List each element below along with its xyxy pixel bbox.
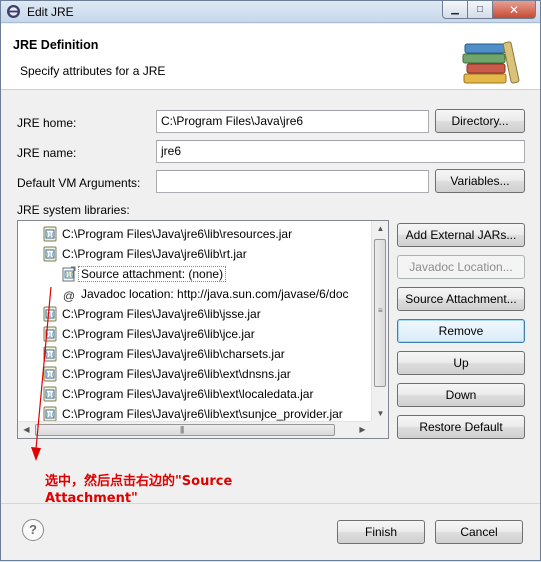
jre-name-label: JRE name: bbox=[17, 146, 77, 160]
vm-arguments-field[interactable] bbox=[156, 170, 429, 193]
annotation-text: 选中，然后点击右边的"Source Attachment" bbox=[45, 474, 233, 506]
cancel-button[interactable]: Cancel bbox=[435, 520, 523, 544]
svg-text:010: 010 bbox=[45, 412, 55, 418]
jar-icon: 010 bbox=[43, 226, 57, 242]
vertical-scroll-thumb[interactable]: ≡ bbox=[374, 239, 386, 387]
variables-button[interactable]: Variables... bbox=[435, 169, 525, 193]
javadoc-icon: @ bbox=[62, 288, 76, 303]
library-item[interactable]: 010 C:\Program Files\Java\jre6\lib\ext\lo… bbox=[43, 383, 313, 403]
jar-icon: 010 bbox=[43, 386, 57, 402]
source-attachment-item[interactable]: 010 Source attachment: (none) bbox=[62, 263, 227, 283]
dialog-header: JRE Definition Specify attributes for a … bbox=[1, 24, 540, 90]
library-item[interactable]: 010 C:\Program Files\Java\jre6\lib\jce.ja… bbox=[43, 323, 255, 343]
maximize-button[interactable]: □ bbox=[468, 1, 493, 19]
library-item[interactable]: 010 C:\Program Files\Java\jre6\lib\charse… bbox=[43, 343, 285, 363]
footer-separator bbox=[1, 503, 540, 504]
svg-text:010: 010 bbox=[45, 252, 55, 258]
jre-home-label: JRE home: bbox=[17, 116, 77, 130]
library-item[interactable]: 010 C:\Program Files\Java\jre6\lib\ext\su… bbox=[43, 403, 343, 423]
vm-arguments-label: Default VM Arguments: bbox=[17, 176, 141, 190]
javadoc-location-button[interactable]: Javadoc Location... bbox=[397, 255, 525, 279]
scroll-right-arrow-icon[interactable]: ▶ bbox=[354, 425, 371, 434]
system-libraries-tree[interactable]: 010 C:\Program Files\Java\jre6\lib\resour… bbox=[17, 220, 389, 439]
jre-home-field[interactable]: C:\Program Files\Java\jre6 bbox=[156, 110, 429, 133]
scrollbar-corner bbox=[371, 421, 388, 438]
source-attachment-icon: 010 bbox=[62, 266, 76, 282]
directory-button[interactable]: Directory... bbox=[435, 109, 525, 133]
svg-text:010: 010 bbox=[45, 232, 55, 238]
jar-icon: 010 bbox=[43, 366, 57, 382]
down-button[interactable]: Down bbox=[397, 383, 525, 407]
library-item[interactable]: 010 C:\Program Files\Java\jre6\lib\jsse.j… bbox=[43, 303, 261, 323]
finish-button[interactable]: Finish bbox=[337, 520, 425, 544]
svg-text:010: 010 bbox=[64, 272, 74, 278]
header-title: JRE Definition bbox=[13, 38, 99, 52]
close-button[interactable]: ✕ bbox=[493, 1, 536, 19]
jar-icon: 010 bbox=[43, 306, 57, 322]
svg-text:010: 010 bbox=[45, 312, 55, 318]
add-external-jars-button[interactable]: Add External JARs... bbox=[397, 223, 525, 247]
vertical-scrollbar[interactable]: ▲ ≡ ▼ bbox=[371, 221, 388, 421]
scroll-left-arrow-icon[interactable]: ◀ bbox=[18, 425, 35, 434]
eclipse-icon bbox=[7, 5, 20, 18]
scroll-up-arrow-icon[interactable]: ▲ bbox=[372, 224, 388, 233]
svg-text:010: 010 bbox=[45, 372, 55, 378]
library-item[interactable]: 010 C:\Program Files\Java\jre6\lib\rt.jar bbox=[43, 243, 247, 263]
restore-default-button[interactable]: Restore Default bbox=[397, 415, 525, 439]
up-button[interactable]: Up bbox=[397, 351, 525, 375]
jar-icon: 010 bbox=[43, 326, 57, 342]
library-item[interactable]: 010 C:\Program Files\Java\jre6\lib\resour… bbox=[43, 223, 292, 243]
window-title: Edit JRE bbox=[27, 5, 74, 19]
jre-name-field[interactable]: jre6 bbox=[156, 140, 525, 163]
horizontal-scrollbar[interactable]: ◀ ||| ▶ bbox=[18, 421, 371, 438]
help-icon[interactable]: ? bbox=[22, 519, 44, 541]
javadoc-location-item[interactable]: @ Javadoc location: http://java.sun.com/j… bbox=[62, 283, 349, 303]
horizontal-scroll-thumb[interactable]: ||| bbox=[35, 424, 335, 436]
jar-icon: 010 bbox=[43, 406, 57, 422]
remove-button[interactable]: Remove bbox=[397, 319, 525, 343]
edit-jre-dialog: Edit JRE ▁ □ ✕ JRE Definition Specify at… bbox=[0, 0, 541, 561]
svg-text:010: 010 bbox=[45, 392, 55, 398]
svg-text:010: 010 bbox=[45, 352, 55, 358]
jar-icon: 010 bbox=[43, 246, 57, 262]
library-books-icon bbox=[462, 41, 520, 84]
header-subtitle: Specify attributes for a JRE bbox=[20, 64, 166, 78]
library-item[interactable]: 010 C:\Program Files\Java\jre6\lib\ext\dn… bbox=[43, 363, 291, 383]
scroll-down-arrow-icon[interactable]: ▼ bbox=[372, 409, 388, 418]
minimize-button[interactable]: ▁ bbox=[442, 1, 468, 19]
source-attachment-button[interactable]: Source Attachment... bbox=[397, 287, 525, 311]
system-libraries-label: JRE system libraries: bbox=[17, 203, 130, 217]
title-bar[interactable]: Edit JRE ▁ □ ✕ bbox=[1, 1, 540, 23]
svg-text:010: 010 bbox=[45, 332, 55, 338]
jar-icon: 010 bbox=[43, 346, 57, 362]
